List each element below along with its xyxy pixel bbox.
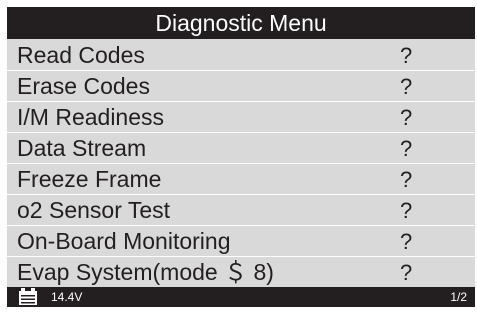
menu-item-label: Data Stream xyxy=(17,135,147,161)
menu-item-erase-codes[interactable]: Erase Codes ? xyxy=(7,71,475,102)
voltage-readout: 14.4V xyxy=(51,290,83,304)
menu-item-label: I/M Readiness xyxy=(17,104,165,130)
menu-item-label: Freeze Frame xyxy=(17,166,162,192)
menu-item-on-board-monitoring[interactable]: On-Board Monitoring ? xyxy=(7,226,475,257)
menu-item-status: ? xyxy=(400,167,413,192)
status-bar: 14.4V 1/2 xyxy=(7,287,475,307)
page-indicator: 1/2 xyxy=(450,290,467,304)
screen-title: Diagnostic Menu xyxy=(7,7,475,39)
menu-item-im-readiness[interactable]: I/M Readiness ? xyxy=(7,102,475,133)
menu-item-label: Read Codes xyxy=(17,42,145,68)
diagnostic-menu: Read Codes ? Erase Codes ? I/M Readiness… xyxy=(7,40,475,288)
menu-item-label: Evap System(mode ＄ 8) xyxy=(17,259,274,285)
menu-item-status: ? xyxy=(400,105,413,130)
battery-icon xyxy=(18,288,38,306)
menu-item-status: ? xyxy=(400,198,413,223)
menu-item-status: ? xyxy=(400,260,413,285)
menu-item-label: On-Board Monitoring xyxy=(17,228,231,254)
menu-item-o2-sensor-test[interactable]: o2 Sensor Test ? xyxy=(7,195,475,226)
menu-item-status: ? xyxy=(400,43,413,68)
diagnostic-screen: Diagnostic Menu Read Codes ? Erase Codes… xyxy=(7,7,475,307)
menu-item-evap-system[interactable]: Evap System(mode ＄ 8) ? xyxy=(7,257,475,288)
menu-item-status: ? xyxy=(400,74,413,99)
menu-item-freeze-frame[interactable]: Freeze Frame ? xyxy=(7,164,475,195)
menu-item-label: o2 Sensor Test xyxy=(17,197,171,223)
menu-item-data-stream[interactable]: Data Stream ? xyxy=(7,133,475,164)
menu-item-status: ? xyxy=(400,229,413,254)
menu-item-read-codes[interactable]: Read Codes ? xyxy=(7,40,475,71)
menu-item-status: ? xyxy=(400,136,413,161)
menu-item-label: Erase Codes xyxy=(17,73,150,99)
